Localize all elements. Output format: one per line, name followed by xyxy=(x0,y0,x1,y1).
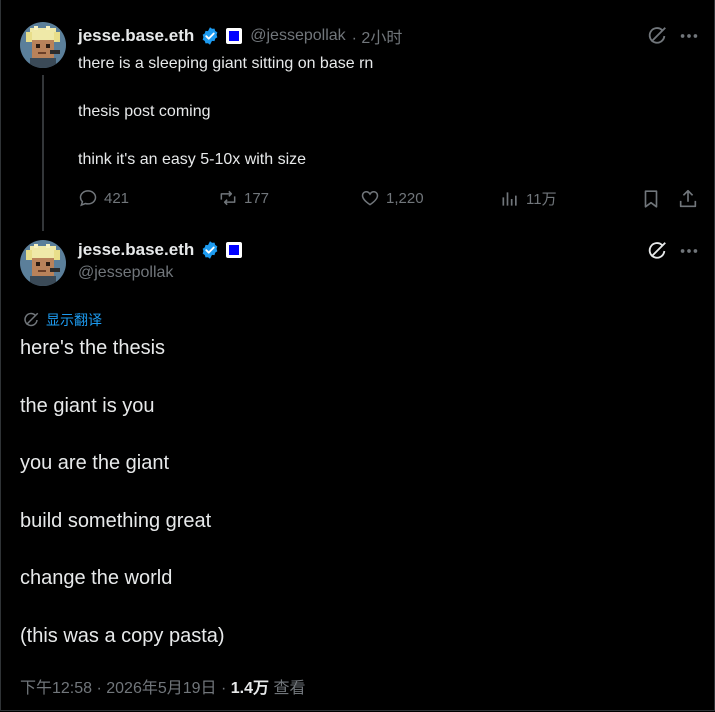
handle[interactable]: @jessepollak xyxy=(250,27,345,45)
tweet2-header: jesse.base.eth xyxy=(78,240,243,260)
translate-icon xyxy=(24,312,39,327)
reply-icon xyxy=(79,190,97,207)
repost-icon xyxy=(220,190,236,206)
views-label: 查看 xyxy=(269,680,306,697)
translate-label: 显示翻译 xyxy=(46,312,102,328)
avatar-image xyxy=(20,22,66,68)
bookmark-icon[interactable] xyxy=(640,188,662,210)
avatar[interactable] xyxy=(20,22,66,68)
display-name[interactable]: jesse.base.eth xyxy=(78,240,194,260)
like-count: 1,220 xyxy=(386,189,424,207)
tweet1-line-1: there is a sleeping giant sitting on bas… xyxy=(78,55,374,72)
verified-badge-icon xyxy=(202,241,218,259)
views-count: 1.4万 xyxy=(230,680,270,697)
grok-icon[interactable] xyxy=(646,240,668,262)
tweet1-header: jesse.base.eth @jessepollak · 2小时 xyxy=(78,24,402,48)
share-icon[interactable] xyxy=(677,188,699,210)
thread-line xyxy=(42,75,44,231)
affiliate-badge-icon xyxy=(226,242,243,258)
tweet-metadata: 下午12:58 · 2026年5月19日 · 1.4万 查看 xyxy=(20,674,305,698)
tweet2-line-4: build something great xyxy=(20,510,212,532)
views-count: 11万 xyxy=(526,191,557,208)
tweet1-line-2: thesis post coming xyxy=(78,103,211,120)
timestamp[interactable]: 下午12:58 · 2026年5月19日 · xyxy=(20,680,231,697)
affiliate-badge-icon xyxy=(226,28,243,44)
more-icon[interactable] xyxy=(678,25,700,47)
heart-icon xyxy=(361,190,379,206)
reply-count: 421 xyxy=(104,189,130,207)
tweet1-line-3: think it's an easy 5-10x with size xyxy=(78,151,307,168)
tweet2-line-6: (this was a copy pasta) xyxy=(20,625,225,647)
like-button[interactable]: 1,220 xyxy=(360,188,424,208)
repost-count: 177 xyxy=(244,189,270,207)
views-button[interactable]: 11万 xyxy=(500,188,557,209)
reply-button[interactable]: 421 xyxy=(78,188,129,208)
more-icon[interactable] xyxy=(678,240,700,262)
grok-icon[interactable] xyxy=(646,25,668,47)
tweet2-line-3: you are the giant xyxy=(20,452,169,474)
verified-badge-icon xyxy=(202,27,218,45)
handle[interactable]: @jessepollak xyxy=(78,264,173,282)
views-chart-icon xyxy=(502,191,517,206)
display-name[interactable]: jesse.base.eth xyxy=(78,26,194,46)
repost-button[interactable]: 177 xyxy=(218,188,269,208)
avatar-image xyxy=(20,240,66,286)
avatar[interactable] xyxy=(20,240,66,286)
tweet2-line-2: the giant is you xyxy=(20,395,155,417)
translate-link[interactable]: 显示翻译 xyxy=(22,310,102,330)
timestamp[interactable]: · 2小时 xyxy=(352,24,403,48)
tweet2-line-1: here's the thesis xyxy=(20,337,166,359)
tweet2-line-5: change the world xyxy=(20,567,173,589)
